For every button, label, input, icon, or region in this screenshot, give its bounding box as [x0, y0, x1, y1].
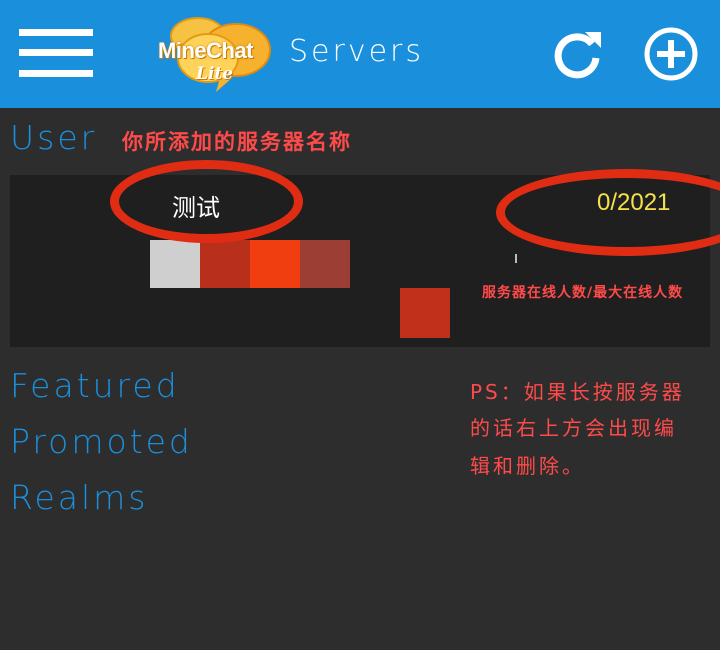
- player-count: 0/2021: [597, 189, 671, 216]
- server-name-annotation: 你所添加的服务器名称: [122, 129, 352, 154]
- page-title: Servers: [289, 34, 425, 69]
- add-circle-icon: [644, 27, 698, 81]
- minechat-logo: MineChat Lite: [158, 14, 274, 94]
- ps-annotation-line2: 的话右上方会出现编: [470, 416, 677, 440]
- ping-indicator: [515, 254, 517, 263]
- server-icon-block: [200, 240, 250, 288]
- refresh-icon: [554, 32, 601, 79]
- server-list-item[interactable]: 测试 0/2021 服务器在线人数/最大在线人数: [10, 175, 710, 347]
- server-name: 测试: [172, 194, 220, 222]
- refresh-button[interactable]: [551, 28, 603, 80]
- server-icon-block: [400, 288, 450, 338]
- server-icon-block: [250, 240, 300, 288]
- ps-annotation-line1: PS：如果长按服务器: [470, 380, 685, 404]
- add-server-button[interactable]: [643, 26, 699, 82]
- logo-subtitle: Lite: [196, 64, 234, 84]
- logo-text: MineChat: [158, 38, 254, 63]
- section-featured[interactable]: Featured: [10, 366, 180, 405]
- ps-annotation-line3: 辑和删除。: [470, 454, 585, 478]
- player-count-annotation: 服务器在线人数/最大在线人数: [482, 285, 684, 301]
- app-bar: MineChat Lite Servers: [0, 0, 720, 108]
- section-realms[interactable]: Realms: [10, 478, 148, 517]
- server-icon-block: [150, 240, 200, 288]
- server-icon-block: [300, 240, 350, 288]
- section-user: User: [10, 118, 98, 157]
- section-promoted[interactable]: Promoted: [10, 422, 193, 461]
- hamburger-menu-icon[interactable]: [19, 29, 93, 77]
